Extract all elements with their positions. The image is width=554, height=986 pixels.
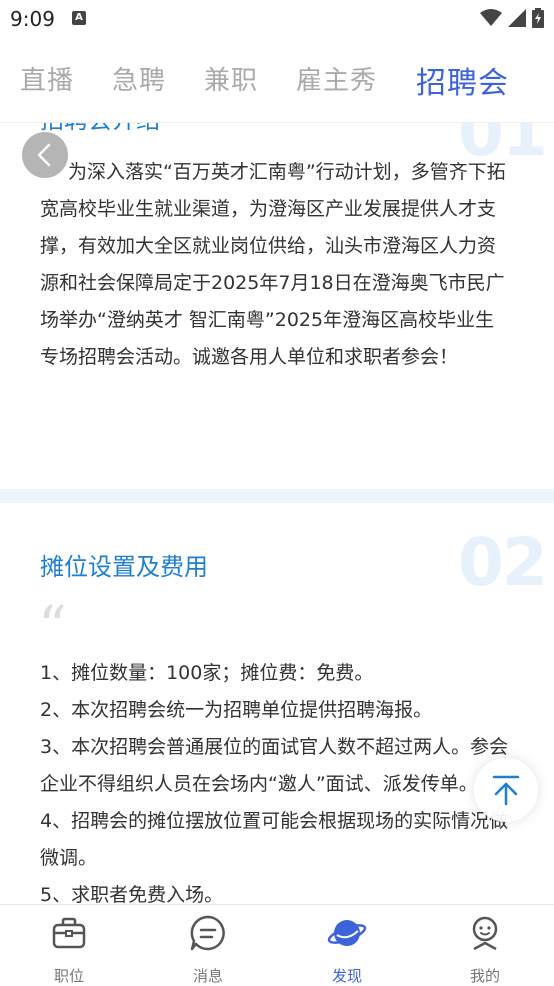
top-tab-bar: 直播 急聘 兼职 雇主秀 招聘会	[0, 38, 554, 123]
section-divider	[0, 489, 554, 503]
back-button[interactable]	[22, 132, 68, 178]
tab-employer-show[interactable]: 雇主秀	[296, 60, 377, 97]
list-item: 2、本次招聘会统一为招聘单位提供招聘海报。	[40, 699, 433, 721]
nav-profile[interactable]: 我的	[445, 913, 525, 986]
profile-icon	[472, 916, 498, 951]
notification-icon: A	[72, 11, 86, 25]
list-item: 5、求职者免费入场。	[40, 884, 224, 904]
section-title-booth: 摊位设置及费用	[40, 553, 208, 581]
list-item: 1、摊位数量：100家；摊位费：免费。	[40, 662, 374, 684]
message-icon	[190, 915, 225, 951]
nav-label: 职位	[53, 967, 84, 985]
status-bar: 9:09 A	[0, 0, 554, 38]
tab-parttime[interactable]: 兼职	[204, 60, 258, 97]
bottom-nav: 职位 消息 发现 我的	[0, 904, 554, 985]
intro-paragraph: 为深入落实“百万英才汇南粤”行动计划，多管齐下拓宽高校毕业生就业渠道，为澄海区产…	[40, 161, 506, 368]
section-number-02: 02	[458, 524, 548, 601]
briefcase-icon	[52, 917, 86, 949]
signal-icon	[508, 9, 526, 27]
content-area[interactable]: 01 招聘会介绍 为深入落实“百万英才汇南粤”行动计划，多管齐下拓宽高校毕业生就…	[0, 122, 554, 904]
planet-icon	[327, 920, 367, 946]
tab-live[interactable]: 直播	[20, 60, 74, 97]
tab-job-fair[interactable]: 招聘会	[416, 58, 509, 102]
scroll-to-top-button[interactable]	[474, 758, 538, 822]
status-time: 9:09	[10, 7, 55, 31]
battery-icon	[532, 8, 544, 28]
nav-label: 消息	[192, 967, 223, 985]
wifi-icon	[480, 9, 502, 26]
nav-jobs[interactable]: 职位	[29, 913, 109, 986]
status-icons	[480, 8, 544, 28]
tab-urgent[interactable]: 急聘	[112, 60, 166, 97]
nav-label: 我的	[469, 967, 500, 985]
nav-label: 发现	[331, 967, 362, 985]
list-item: 3、本次招聘会普通展位的面试官人数不超过两人。参会企业不得组织人员在会场内“邀人…	[40, 736, 509, 795]
chevron-left-icon	[37, 143, 51, 167]
arrow-up-icon	[492, 775, 520, 806]
nav-messages[interactable]: 消息	[168, 913, 248, 986]
nav-discover[interactable]: 发现	[307, 913, 387, 986]
quote-mark: “	[38, 595, 67, 660]
list-item: 4、招聘会的摊位摆放位置可能会根据现场的实际情况做微调。	[40, 810, 509, 869]
booth-rules-list: 1、摊位数量：100家；摊位费：免费。 2、本次招聘会统一为招聘单位提供招聘海报…	[40, 655, 515, 904]
